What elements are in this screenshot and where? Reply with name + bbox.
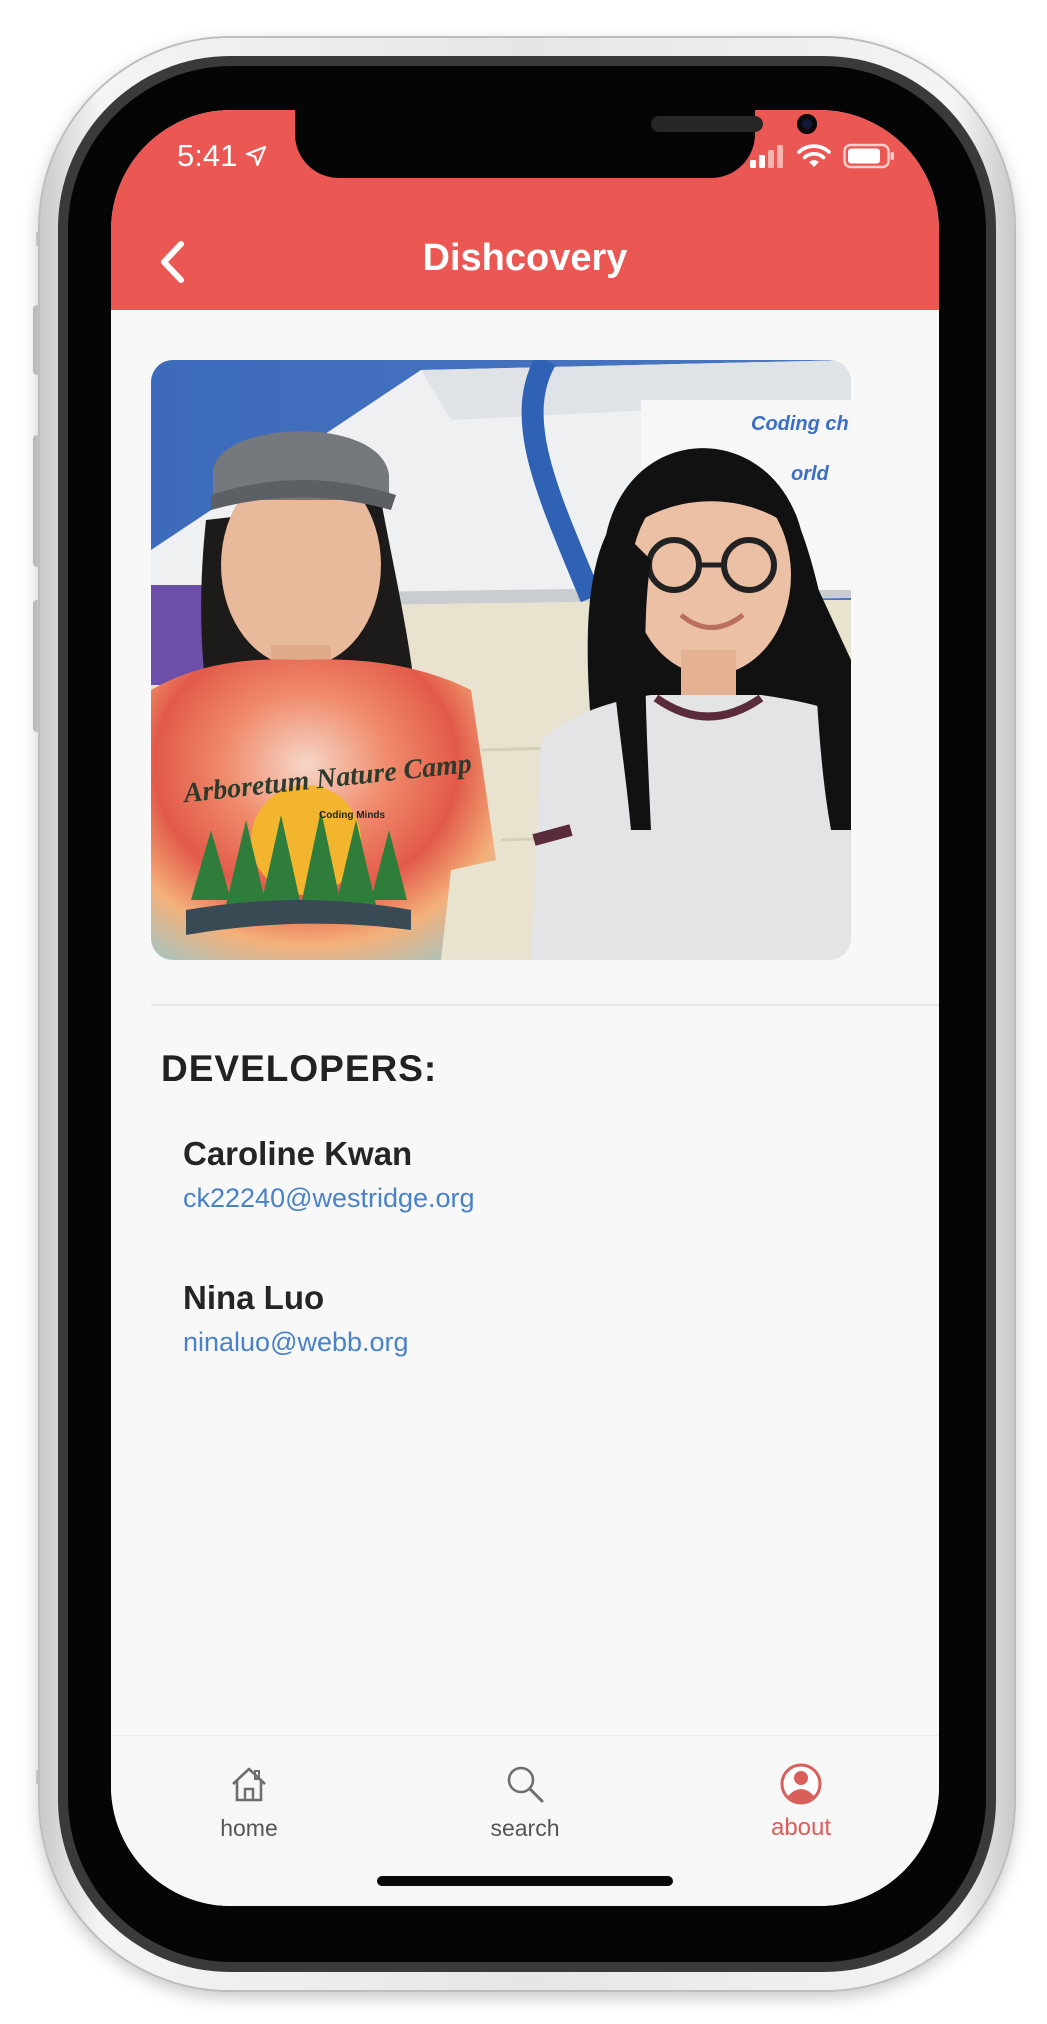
front-camera — [797, 114, 817, 134]
photo-sign-text: Coding ch — [751, 413, 849, 435]
search-icon — [507, 1766, 544, 1803]
home-indicator — [377, 1876, 673, 1886]
nav-label-search: search — [490, 1815, 560, 1841]
notch — [295, 110, 817, 178]
photo-sign-text-2: orld — [791, 463, 830, 485]
nav-label-home: home — [220, 1815, 278, 1841]
developer-email-link[interactable]: ck22240@westridge.org — [183, 1178, 475, 1218]
battery-icon — [843, 143, 894, 169]
status-time-text: 5:41 — [177, 138, 238, 173]
section-divider — [151, 1004, 939, 1006]
user-icon — [780, 1763, 822, 1805]
cellular-signal-icon — [750, 145, 783, 168]
status-indicators — [749, 140, 895, 172]
screen: 5:41 Dishcovery Coding ch orld Arboretum… — [111, 110, 939, 1906]
home-icon — [232, 1767, 266, 1802]
developer-name: Nina Luo — [183, 1279, 325, 1316]
location-arrow-icon — [246, 145, 267, 167]
earpiece-speaker — [651, 116, 763, 132]
developer-email-link[interactable]: ninaluo@webb.org — [183, 1322, 409, 1362]
nav-label-about: about — [770, 1814, 832, 1841]
status-time: 5:41 — [177, 136, 267, 176]
developers-heading: DEVELOPERS: — [161, 1048, 438, 1089]
photo-shirt-logo-text: Coding Minds — [319, 810, 386, 821]
page-title: Dishcovery — [422, 237, 628, 279]
nav-tab-home[interactable]: home — [149, 1762, 349, 1854]
developer-entry: Caroline Kwan ck22240@westridge.org — [183, 1132, 475, 1218]
nav-tab-about[interactable]: about — [701, 1762, 901, 1854]
developer-name: Caroline Kwan — [183, 1135, 413, 1172]
wifi-icon — [797, 144, 831, 167]
developers-photo: Coding ch orld Arboretum Nature Camp Cod… — [151, 360, 851, 960]
developers-photo-illustration: Coding ch orld Arboretum Nature Camp Cod… — [151, 360, 851, 960]
developer-entry: Nina Luo ninaluo@webb.org — [183, 1276, 409, 1362]
nav-tab-search[interactable]: search — [425, 1762, 625, 1854]
app-bar: 5:41 Dishcovery — [111, 110, 939, 310]
